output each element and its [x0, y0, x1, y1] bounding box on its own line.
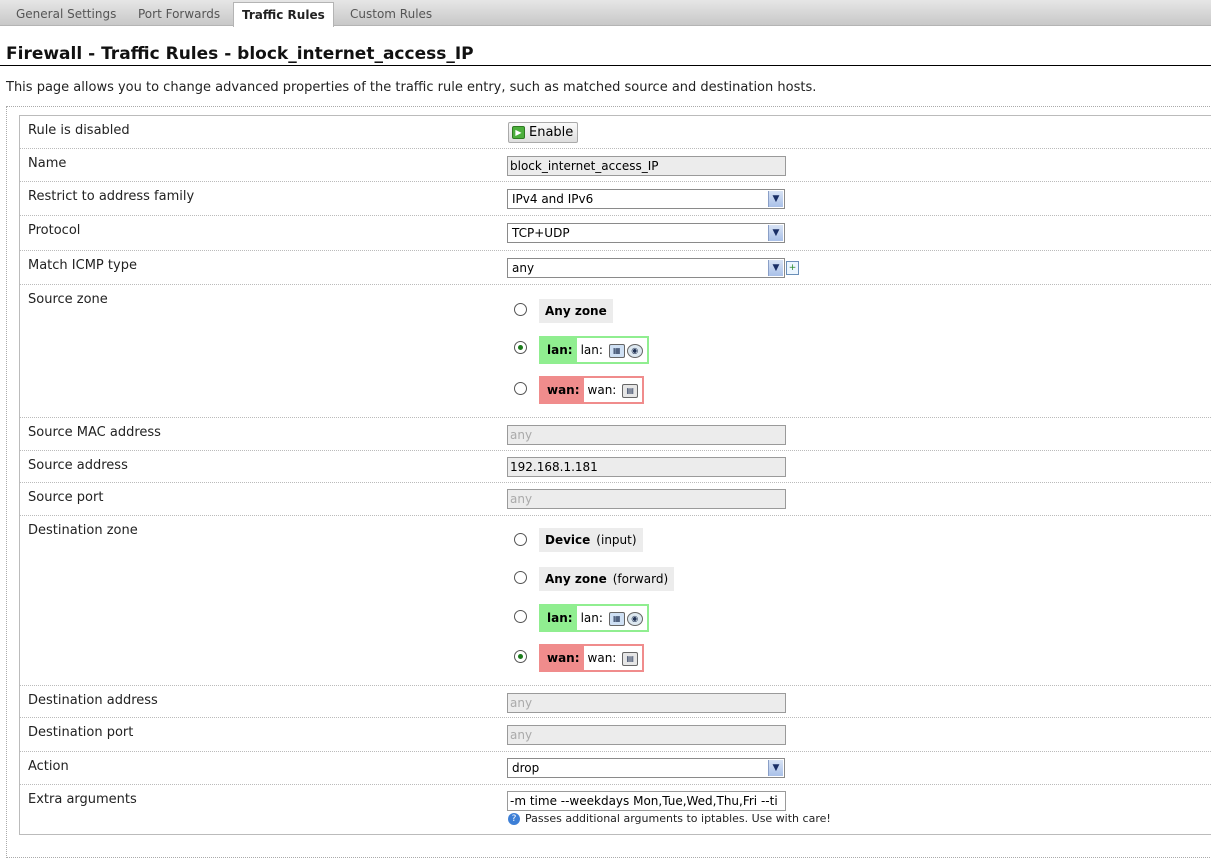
row-icmp-type: Match ICMP type any ▼ + — [20, 251, 1211, 285]
page-description: This page allows you to change advanced … — [6, 80, 817, 95]
row-destination-zone: Destination zone Device (input) Any zone (… — [20, 516, 1211, 686]
action-select[interactable]: drop ▼ — [507, 758, 785, 778]
source-zone-wan[interactable]: wan: wan: ▤ — [539, 376, 645, 404]
extra-arguments-label: Extra arguments — [28, 792, 137, 807]
dest-zone-lan-iface: lan: ▦ ◉ — [576, 606, 647, 630]
source-mac-label: Source MAC address — [28, 425, 161, 440]
chevron-down-icon: ▼ — [768, 760, 783, 776]
source-zone-wan-name: wan: — [547, 383, 580, 397]
icmp-type-select[interactable]: any ▼ — [507, 258, 785, 278]
extra-arguments-help: ? Passes additional arguments to iptables… — [508, 812, 831, 825]
source-zone-lan-radio[interactable] — [514, 341, 527, 354]
icmp-type-value: any — [512, 261, 535, 275]
wireless-icon: ◉ — [626, 343, 643, 358]
dest-zone-device-radio[interactable] — [514, 533, 527, 546]
source-zone-lan-name: lan: — [547, 343, 573, 357]
name-label: Name — [28, 156, 67, 171]
action-label: Action — [28, 759, 69, 774]
dest-zone-any[interactable]: Any zone (forward) — [539, 567, 675, 591]
row-rule-disabled: Rule is disabled ▶ Enable — [20, 116, 1211, 149]
row-source-port: Source port any — [20, 483, 1211, 516]
dest-zone-wan-iface: wan: ▤ — [583, 646, 643, 670]
dest-zone-wan-iface-label: wan: — [587, 651, 617, 665]
extra-arguments-input[interactable]: -m time --weekdays Mon,Tue,Wed,Thu,Fri -… — [507, 791, 786, 811]
source-port-input[interactable]: any — [507, 489, 786, 509]
dest-zone-lan-iface-label: lan: — [580, 611, 603, 625]
row-source-address: Source address 192.168.1.181 — [20, 451, 1211, 483]
icmp-type-label: Match ICMP type — [28, 258, 137, 273]
ethernet-icon: ▤ — [622, 651, 639, 666]
destination-address-input[interactable]: any — [507, 693, 786, 713]
row-extra-arguments: Extra arguments -m time --weekdays Mon,T… — [20, 785, 1211, 833]
add-icon[interactable]: + — [786, 261, 799, 275]
extra-arguments-help-text: Passes additional arguments to iptables.… — [525, 812, 831, 825]
dest-zone-lan-name: lan: — [547, 611, 573, 625]
source-zone-wan-iface: wan: ▤ — [583, 378, 643, 402]
row-address-family: Restrict to address family IPv4 and IPv6… — [20, 182, 1211, 216]
dest-zone-any-radio[interactable] — [514, 571, 527, 584]
wireless-icon: ◉ — [626, 611, 643, 626]
help-icon: ? — [508, 813, 520, 825]
source-address-label: Source address — [28, 458, 128, 473]
source-zone-lan-iface: lan: ▦ ◉ — [576, 338, 647, 362]
rule-disabled-label: Rule is disabled — [28, 123, 130, 138]
dest-zone-device-label: Device — [545, 533, 591, 547]
source-address-input[interactable]: 192.168.1.181 — [507, 457, 786, 477]
destination-address-label: Destination address — [28, 693, 158, 708]
chevron-down-icon: ▼ — [768, 225, 783, 241]
row-name: Name block_internet_access_IP — [20, 149, 1211, 182]
chevron-down-icon: ▼ — [768, 260, 783, 276]
source-zone-wan-iface-label: wan: — [587, 383, 617, 397]
source-zone-any-radio[interactable] — [514, 303, 527, 316]
source-zone-lan[interactable]: lan: lan: ▦ ◉ — [539, 336, 649, 364]
enable-button[interactable]: ▶ Enable — [508, 122, 579, 143]
row-source-mac: Source MAC address any — [20, 418, 1211, 451]
tab-custom-rules[interactable]: Custom Rules — [342, 4, 440, 25]
action-value: drop — [512, 761, 540, 775]
tab-traffic-rules[interactable]: Traffic Rules — [233, 2, 334, 27]
row-destination-port: Destination port any — [20, 718, 1211, 752]
dest-zone-any-label: Any zone — [545, 572, 607, 586]
dest-zone-wan-radio[interactable] — [514, 650, 527, 663]
row-destination-address: Destination address any — [20, 686, 1211, 718]
destination-zone-label: Destination zone — [28, 523, 138, 538]
destination-port-input[interactable]: any — [507, 725, 786, 745]
name-input[interactable]: block_internet_access_IP — [507, 156, 786, 176]
source-zone-label: Source zone — [28, 292, 108, 307]
tab-port-forwards[interactable]: Port Forwards — [130, 4, 228, 25]
page-title: Firewall - Traffic Rules - block_interne… — [6, 44, 474, 64]
dest-zone-wan-name: wan: — [547, 651, 580, 665]
dest-zone-lan-radio[interactable] — [514, 610, 527, 623]
source-port-label: Source port — [28, 490, 104, 505]
enable-icon: ▶ — [512, 126, 525, 139]
dest-zone-device-sub: (input) — [596, 533, 637, 547]
row-action: Action drop ▼ — [20, 752, 1211, 785]
network-icon: ▦ — [608, 343, 625, 358]
dest-zone-lan[interactable]: lan: lan: ▦ ◉ — [539, 604, 649, 632]
protocol-label: Protocol — [28, 223, 81, 238]
chevron-down-icon: ▼ — [768, 191, 783, 207]
row-source-zone: Source zone Any zone lan: lan: ▦ ◉ wan: wan… — [20, 285, 1211, 418]
row-protocol: Protocol TCP+UDP ▼ — [20, 216, 1211, 251]
protocol-value: TCP+UDP — [512, 226, 570, 240]
address-family-value: IPv4 and IPv6 — [512, 192, 594, 206]
destination-port-label: Destination port — [28, 725, 134, 740]
title-divider — [0, 65, 1211, 66]
source-zone-wan-radio[interactable] — [514, 382, 527, 395]
source-zone-lan-iface-label: lan: — [580, 343, 603, 357]
enable-button-label: Enable — [529, 125, 574, 140]
dest-zone-any-sub: (forward) — [612, 572, 669, 586]
source-mac-input[interactable]: any — [507, 425, 786, 445]
source-zone-any-label: Any zone — [545, 304, 607, 318]
dest-zone-wan[interactable]: wan: wan: ▤ — [539, 644, 645, 672]
address-family-label: Restrict to address family — [28, 189, 195, 204]
ethernet-icon: ▤ — [622, 383, 639, 398]
address-family-select[interactable]: IPv4 and IPv6 ▼ — [507, 189, 785, 209]
tab-general-settings[interactable]: General Settings — [8, 4, 124, 25]
dest-zone-device[interactable]: Device (input) — [539, 528, 643, 552]
protocol-select[interactable]: TCP+UDP ▼ — [507, 223, 785, 243]
tab-bar: General Settings Port Forwards Traffic R… — [0, 0, 1211, 27]
network-icon: ▦ — [608, 611, 625, 626]
source-zone-any[interactable]: Any zone — [539, 299, 613, 323]
